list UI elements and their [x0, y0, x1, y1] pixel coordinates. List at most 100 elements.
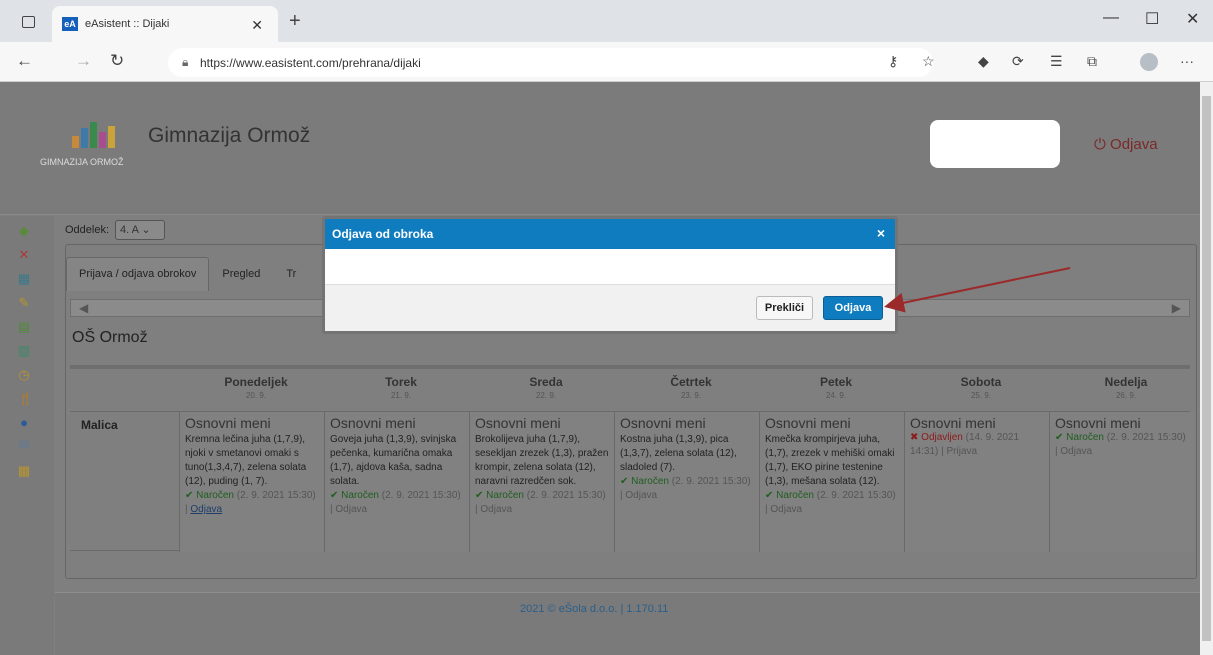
check-icon: ✔	[475, 490, 484, 501]
meal-cell: Osnovni meni ✖ Odjavljen (14. 9. 2021 14…	[904, 412, 1049, 552]
odjava-link[interactable]: Odjava	[480, 504, 512, 515]
status-text: Naročen	[341, 490, 379, 501]
menu-name: Osnovni meni	[1055, 415, 1141, 431]
sidebar: ◆ ✕ ▦ ✎ ▤ ▥ ◷ 🍴︎ ● ✉ ▩	[0, 216, 54, 655]
window-close-icon[interactable]: ✕	[1186, 9, 1199, 29]
status-time: (2. 9. 2021 15:30)	[236, 490, 316, 501]
more-icon[interactable]: ···	[1180, 53, 1194, 69]
status-text: Naročen	[776, 490, 814, 501]
meal-cell: Osnovni meni Kmečka krompirjeva juha, (1…	[759, 412, 904, 552]
cancel-button[interactable]: Prekliči	[756, 296, 813, 320]
grades-icon[interactable]: ▥	[17, 344, 31, 358]
tab-prijava-odjava[interactable]: Prijava / odjava obrokov	[66, 257, 210, 291]
dialog-body	[325, 249, 895, 285]
mail-icon[interactable]: ✉	[17, 438, 31, 452]
maximize-icon[interactable]: ☐	[1145, 9, 1159, 29]
footer-text: 2021 © eŠola d.o.o. | 1.170.11	[520, 603, 669, 615]
tab-pregled[interactable]: Pregled	[209, 257, 273, 291]
status-text: Naročen	[631, 476, 669, 487]
tab-tr[interactable]: Tr	[273, 257, 309, 291]
favorite-add-icon[interactable]: ☆	[922, 53, 935, 70]
calendar-icon[interactable]: ▦	[17, 272, 31, 286]
day-header: Četrtek 23. 9.	[619, 375, 763, 400]
logout-link[interactable]: ⏻ Odjava	[1094, 136, 1158, 153]
new-tab-icon[interactable]: +	[289, 10, 301, 33]
menu-desc: Kremna lečina juha (1,7,9), njoki v smet…	[185, 434, 307, 487]
board-icon[interactable]: ▩	[17, 464, 31, 478]
browser-tab[interactable]: eA eAsistent :: Dijaki ✕	[52, 6, 278, 42]
meal-cell: Osnovni meni Kostna juha (1,3,9), pica (…	[614, 412, 759, 552]
menu-name: Osnovni meni	[185, 415, 271, 431]
status-text: Naročen	[486, 490, 524, 501]
document-icon[interactable]: ▤	[17, 320, 31, 334]
reload-icon[interactable]: ↻	[110, 51, 124, 71]
collections-icon[interactable]: ⧉	[1087, 53, 1097, 70]
address-bar-row: ← → ↻ 🔒︎ https://www.easistent.com/prehr…	[0, 42, 1213, 82]
scrollbar-thumb[interactable]	[1202, 96, 1211, 641]
key-icon[interactable]: ⚷	[888, 53, 898, 70]
meals-icon[interactable]: 🍴︎	[17, 392, 34, 406]
cross-icon[interactable]: ✕	[17, 248, 31, 262]
messages-icon[interactable]: ●	[17, 416, 31, 430]
url-text: https://www.easistent.com/prehrana/dijak…	[200, 55, 421, 70]
meal-cell: Osnovni meni Brokolijeva juha (1,7,9), s…	[469, 412, 614, 552]
tab-actions-icon[interactable]	[22, 16, 35, 28]
status-time: (2. 9. 2021 15:30)	[816, 490, 896, 501]
notes-icon[interactable]: ✎	[17, 296, 31, 310]
page-scrollbar[interactable]	[1200, 82, 1213, 655]
day-header: Torek 21. 9.	[329, 375, 473, 400]
odjava-link[interactable]: Odjava	[625, 490, 657, 501]
favicon-icon: eA	[62, 17, 78, 31]
menu-desc: Brokolijeva juha (1,7,9), sesekljan zrez…	[475, 434, 609, 487]
check-icon: ✔	[185, 490, 194, 501]
user-box[interactable]	[930, 120, 1060, 168]
day-name: Petek	[819, 375, 853, 389]
status-text: Naročen	[1066, 432, 1104, 443]
favorites-icon[interactable]: ☰	[1050, 53, 1063, 70]
day-name: Sreda	[529, 375, 563, 389]
clock-icon[interactable]: ◷	[17, 368, 31, 382]
scroll-right-icon[interactable]: ▶	[1172, 301, 1181, 315]
status-time: (2. 9. 2021 15:30)	[671, 476, 751, 487]
status-text: Naročen	[196, 490, 234, 501]
class-select[interactable]: 4. A ⌄	[115, 220, 165, 240]
check-icon: ✔	[620, 476, 629, 487]
logout-label: Odjava	[1110, 136, 1158, 153]
odjava-link[interactable]: Odjava	[1060, 446, 1092, 457]
cube-icon[interactable]: ◆	[17, 224, 31, 238]
scroll-left-icon[interactable]: ◀	[79, 301, 88, 315]
day-name: Torek	[385, 375, 417, 389]
row-label: Malica	[81, 418, 118, 432]
odjava-link[interactable]: Odjava	[770, 504, 802, 515]
dialog-close-icon[interactable]: ×	[877, 225, 885, 241]
day-date: 24. 9.	[825, 391, 846, 400]
day-date: 26. 9.	[1115, 391, 1136, 400]
day-header: Nedelja 26. 9.	[1054, 375, 1198, 400]
back-icon[interactable]: ←	[16, 51, 33, 71]
class-select-value: 4. A	[120, 224, 139, 236]
confirm-odjava-button[interactable]: Odjava	[823, 296, 883, 320]
odjava-link[interactable]: Odjava	[190, 504, 222, 515]
day-header: Sreda 22. 9.	[474, 375, 618, 400]
day-date: 23. 9.	[680, 391, 701, 400]
menu-name: Osnovni meni	[330, 415, 416, 431]
menu-name: Osnovni meni	[620, 415, 706, 431]
dialog-header: Odjava od obroka ×	[325, 219, 895, 249]
extension-icon[interactable]: ◆	[978, 53, 989, 70]
panel-tabs: Prijava / odjava obrokov Pregled Tr	[66, 257, 309, 291]
profile-avatar[interactable]	[1140, 53, 1158, 71]
menu-desc: Kmečka krompirjeva juha, (1,7), zrezek v…	[765, 434, 895, 487]
check-icon: ✔	[330, 490, 339, 501]
puzzle-icon[interactable]: ⟳	[1012, 53, 1024, 70]
lock-icon: 🔒︎	[182, 55, 189, 69]
url-field[interactable]: 🔒︎ https://www.easistent.com/prehrana/di…	[168, 48, 933, 77]
minimize-icon[interactable]: —	[1103, 9, 1119, 27]
site-header: GIMNAZIJA ORMOŽ Gimnazija Ormož ⏻ Odjava	[0, 82, 1200, 215]
day-name: Nedelja	[1104, 375, 1148, 389]
close-tab-icon[interactable]: ✕	[251, 17, 263, 34]
odjava-link[interactable]: Odjava	[335, 504, 367, 515]
prijava-link[interactable]: Prijava	[947, 446, 978, 457]
meal-cell: Osnovni meni Goveja juha (1,3,9), svinjs…	[324, 412, 469, 552]
forward-icon[interactable]: →	[75, 51, 92, 71]
school-name: Gimnazija Ormož	[148, 124, 311, 147]
